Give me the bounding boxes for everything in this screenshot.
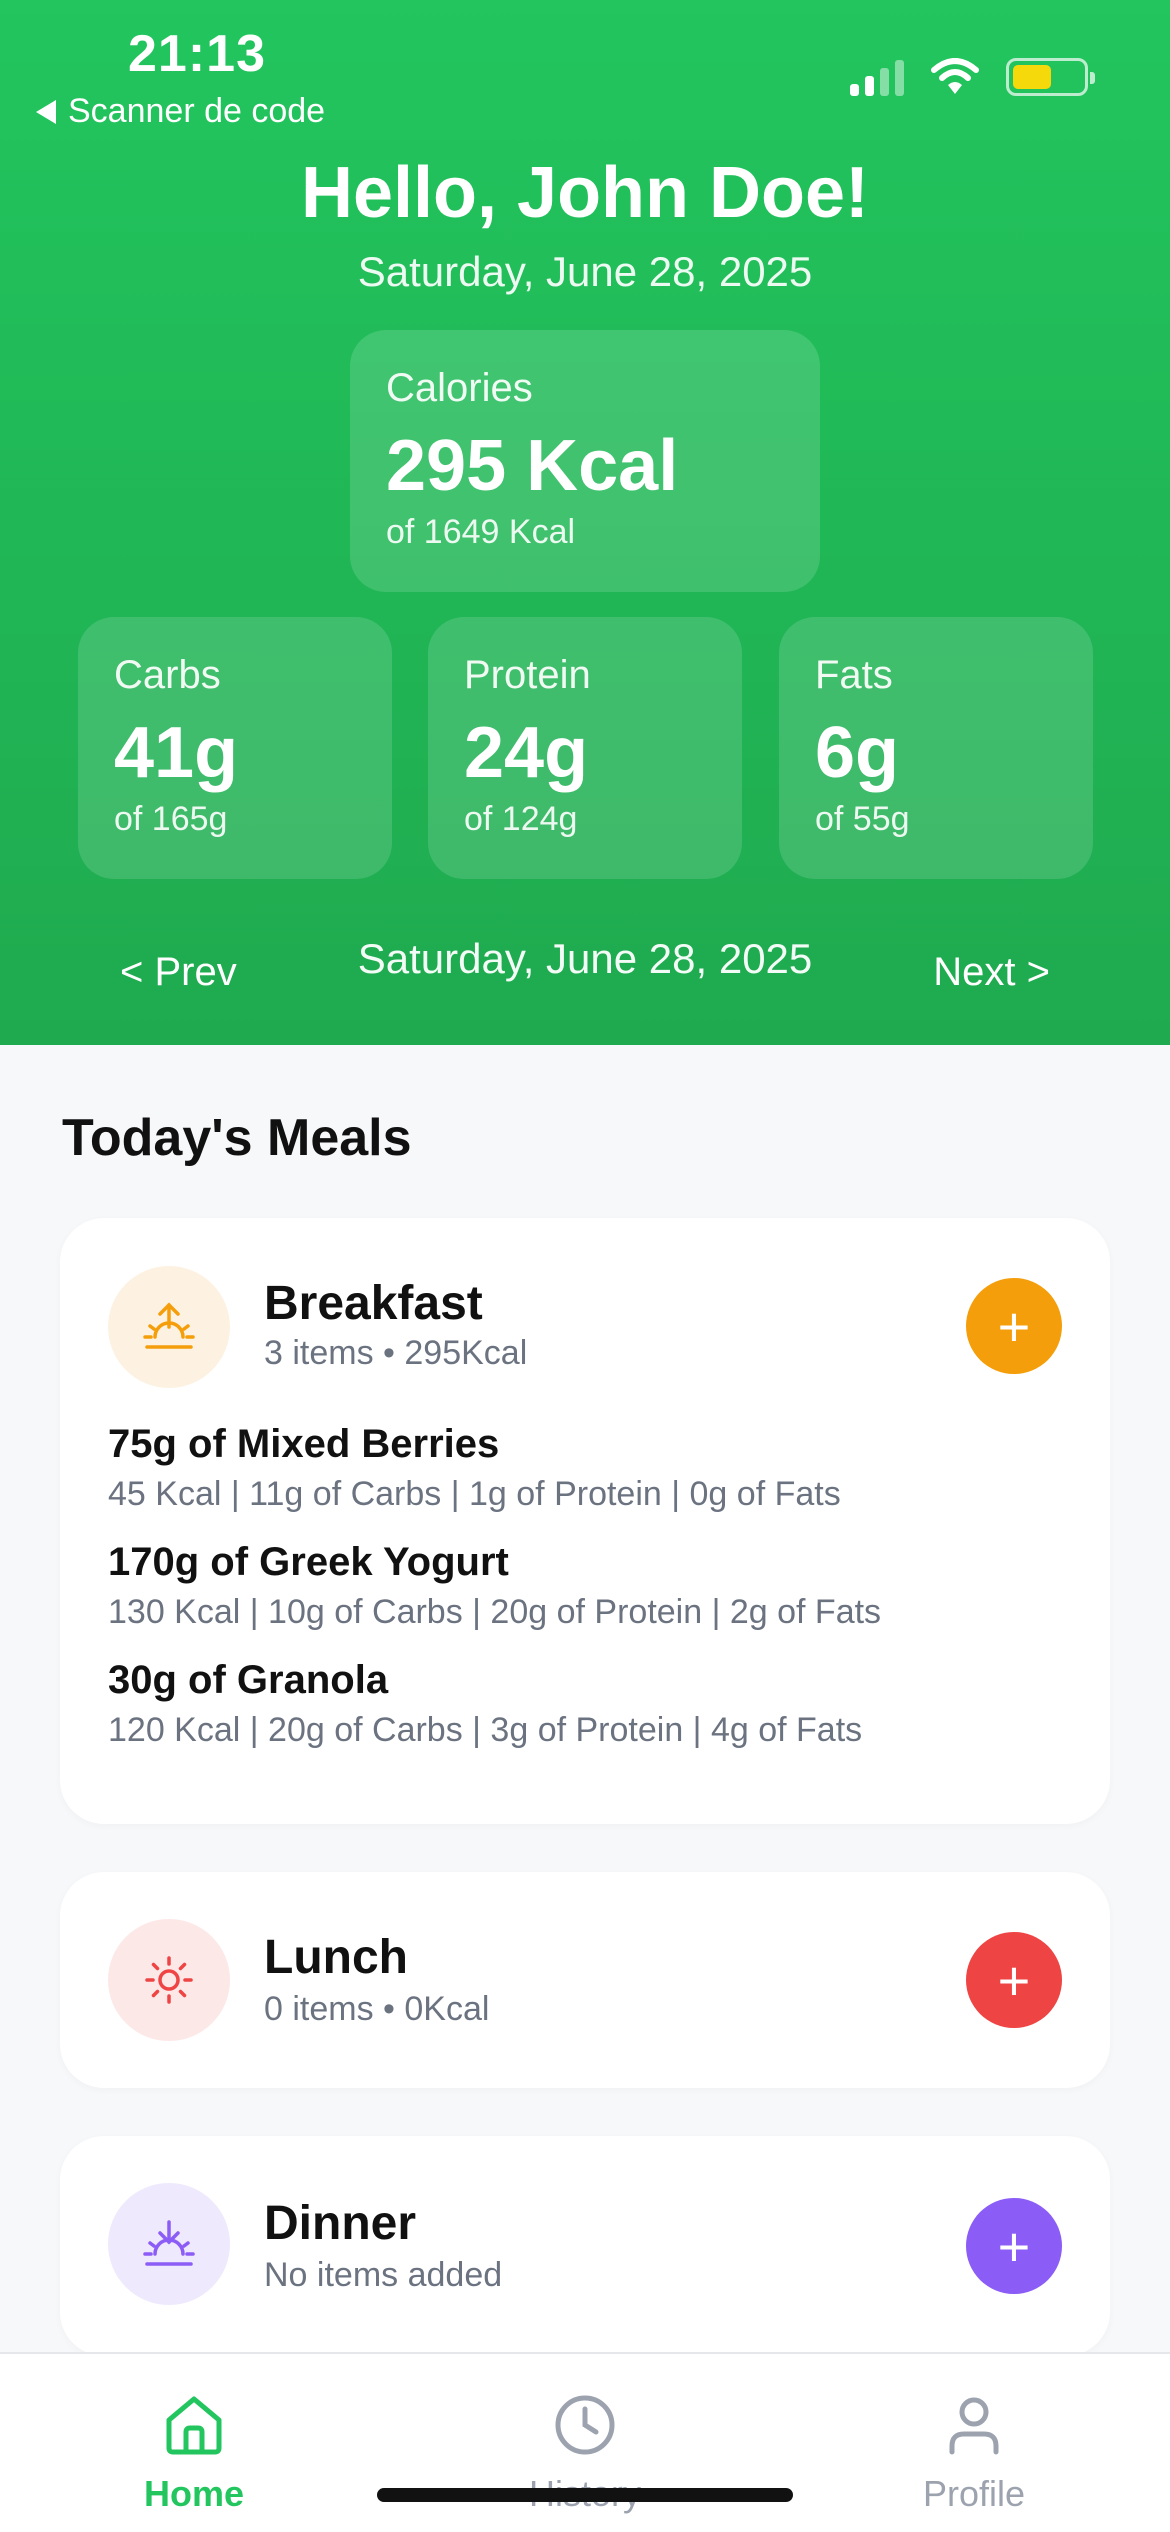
calories-label: Calories [386,366,533,410]
fats-card: Fats 6g of 55g [779,617,1093,879]
carbs-card: Carbs 41g of 165g [78,617,392,879]
tab-label: Home [143,2473,245,2514]
next-day-button[interactable]: Next > [933,950,1050,995]
macro-goal: of 165g [114,800,228,838]
back-triangle-icon [36,99,56,124]
food-name: 75g of Mixed Berries [108,1422,500,1466]
macro-label: Carbs [114,653,221,697]
sunset-icon [108,2183,230,2305]
macro-goal: of 124g [464,800,578,838]
macro-goal: of 55g [815,800,910,838]
tab-label: Profile [922,2473,1026,2514]
status-time: 21:13 [128,25,266,83]
meal-meta: 3 items • 295Kcal [264,1334,528,1372]
tab-profile[interactable]: Profile [874,2390,1074,2515]
macro-value: 24g [464,713,589,793]
meal-meta: 0 items • 0Kcal [264,1990,490,2028]
header-date: Saturday, June 28, 2025 [357,248,813,295]
calories-card: Calories 295 Kcal of 1649 Kcal [350,330,820,592]
sun-icon [108,1919,230,2041]
meal-name: Dinner [264,2197,417,2250]
home-indicator [377,2488,793,2502]
calories-goal: of 1649 Kcal [386,513,576,551]
food-item[interactable]: 30g of Granola 120 Kcal | 20g of Carbs |… [108,1658,862,1750]
tab-home[interactable]: Home [94,2390,294,2515]
status-icons [850,58,1095,96]
sunrise-icon [108,1266,230,1388]
tab-bar: Home History Profile [0,2352,1170,2532]
header: 21:13 Scanner de code Hello, John Doe! S… [0,0,1170,1045]
meals-section-title: Today's Meals [62,1109,412,1167]
battery-icon [1006,58,1095,96]
protein-card: Protein 24g of 124g [428,617,742,879]
clock-icon [555,2395,615,2455]
calories-value: 295 Kcal [386,426,679,506]
add-lunch-button[interactable]: + [966,1932,1062,2028]
greeting-title: Hello, John Doe! [300,153,870,233]
meal-name: Breakfast [264,1277,483,1330]
meal-card-dinner[interactable]: Dinner No items added + [60,2136,1110,2356]
food-details: 120 Kcal | 20g of Carbs | 3g of Protein … [108,1711,863,1749]
food-name: 170g of Greek Yogurt [108,1540,509,1584]
food-item[interactable]: 75g of Mixed Berries 45 Kcal | 11g of Ca… [108,1422,841,1514]
meal-card-lunch[interactable]: Lunch 0 items • 0Kcal + [60,1872,1110,2088]
meal-meta: No items added [264,2256,503,2294]
wifi-icon [931,58,979,94]
add-dinner-button[interactable]: + [966,2198,1062,2294]
add-breakfast-button[interactable]: + [966,1278,1062,1374]
macro-value: 6g [815,713,900,793]
food-details: 45 Kcal | 11g of Carbs | 1g of Protein |… [108,1475,841,1513]
back-app-label: Scanner de code [68,92,326,130]
user-icon [949,2397,999,2455]
home-icon [166,2396,222,2455]
macro-label: Protein [464,653,591,697]
food-name: 30g of Granola [108,1658,389,1702]
food-details: 130 Kcal | 10g of Carbs | 20g of Protein… [108,1593,882,1631]
food-item[interactable]: 170g of Greek Yogurt 130 Kcal | 10g of C… [108,1540,881,1632]
meal-name: Lunch [264,1931,408,1984]
back-to-app-link[interactable]: Scanner de code [36,92,325,131]
cellular-signal-icon [850,58,904,96]
meal-card-breakfast[interactable]: Breakfast 3 items • 295Kcal + 75g of Mix… [60,1218,1110,1824]
macro-label: Fats [815,653,893,697]
macro-value: 41g [114,713,239,793]
